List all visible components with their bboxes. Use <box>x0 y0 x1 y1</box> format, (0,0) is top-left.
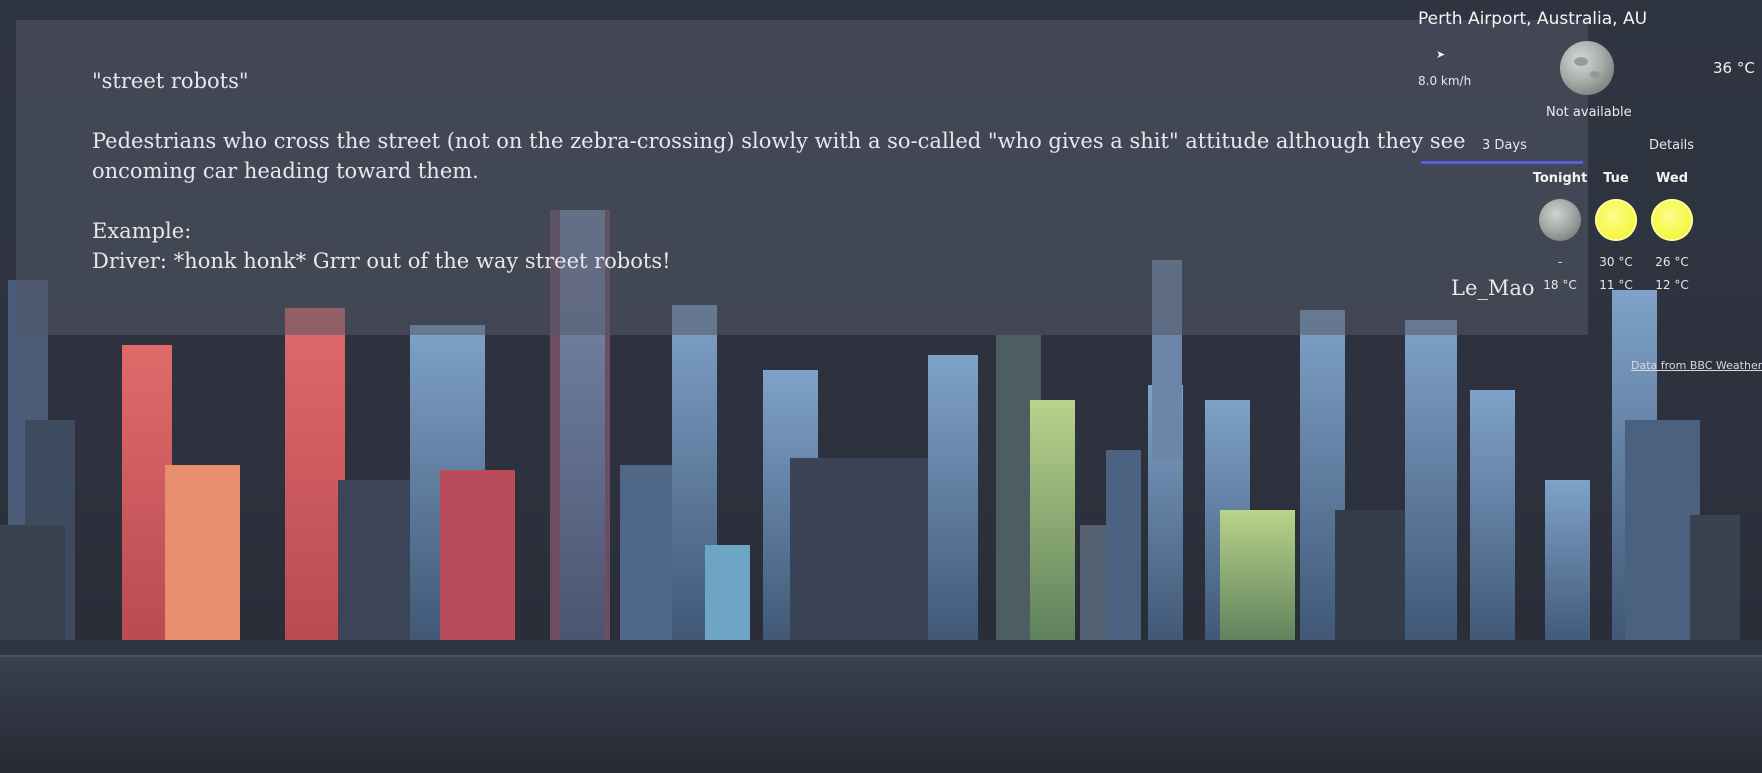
current-condition: Not available <box>1546 105 1632 120</box>
sun-icon <box>1595 199 1637 241</box>
wind-speed: 8.0 km/h <box>1418 74 1472 88</box>
forecast-high: - <box>1557 255 1563 269</box>
current-temperature: 36 °C <box>1713 59 1755 77</box>
night-moon-icon <box>1560 41 1614 95</box>
forecast-day-name: Tonight <box>1532 171 1588 186</box>
forecast-day: Wed 26 °C 12 °C <box>1642 171 1702 292</box>
forecast-low: 11 °C <box>1599 278 1633 292</box>
note-text: "street robots" Pedestrians who cross th… <box>92 69 1466 273</box>
forecast-day-name: Tue <box>1603 171 1629 186</box>
wind-arrow-icon: ➤ <box>1436 48 1446 61</box>
forecast-high: 26 °C <box>1655 255 1689 269</box>
forecast-day: Tue 30 °C 11 °C <box>1586 171 1646 292</box>
forecast-day: Tonight - 18 °C <box>1530 171 1590 292</box>
forecast-low: 12 °C <box>1655 278 1689 292</box>
moon-icon <box>1539 199 1581 241</box>
tab-details[interactable]: Details <box>1649 138 1694 153</box>
weather-location: Perth Airport, Australia, AU <box>1418 9 1648 29</box>
forecast-low: 18 °C <box>1543 278 1577 292</box>
weather-widget: Perth Airport, Australia, AU ➤ 8.0 km/h … <box>1400 0 1762 380</box>
forecast-day-name: Wed <box>1656 171 1688 186</box>
active-tab-indicator <box>1421 161 1583 164</box>
forecast-high: 30 °C <box>1599 255 1633 269</box>
bbc-weather-credit-link[interactable]: Data from BBC Weather <box>1631 359 1762 372</box>
tab-3-days[interactable]: 3 Days <box>1482 138 1527 153</box>
sun-icon <box>1651 199 1693 241</box>
sticky-note-widget: "street robots" Pedestrians who cross th… <box>16 20 1588 335</box>
